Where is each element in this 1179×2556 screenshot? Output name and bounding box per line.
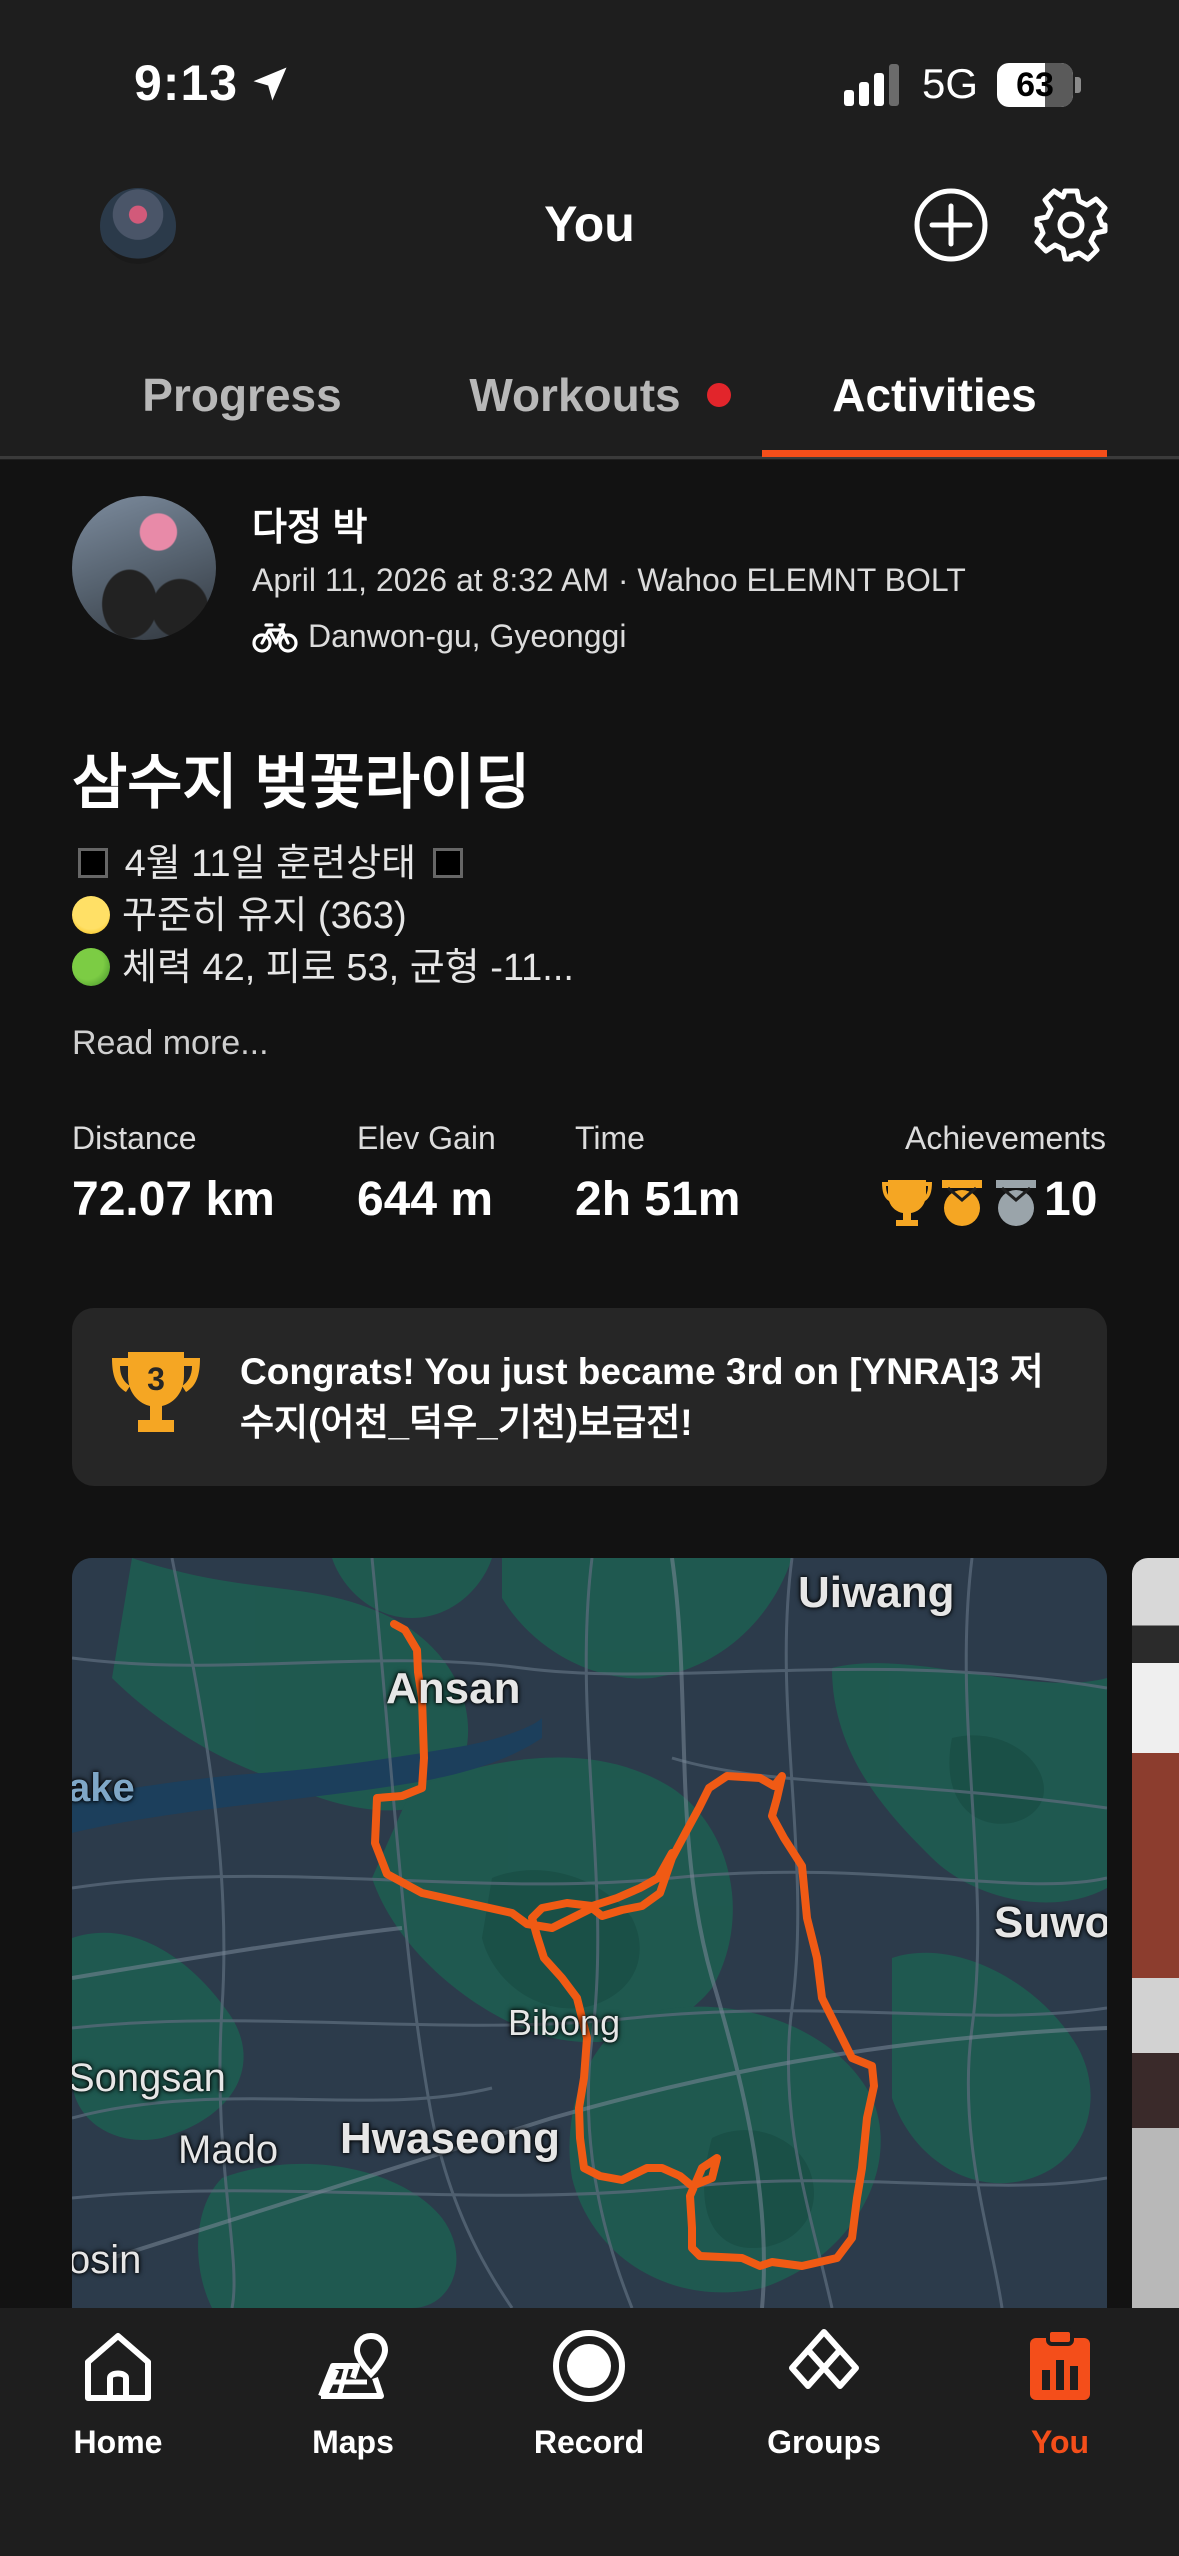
- map-label-lake: ake: [72, 1766, 135, 1810]
- gear-icon[interactable]: [1032, 186, 1110, 264]
- map-label-songsan: Songsan: [72, 2056, 226, 2100]
- nav-you[interactable]: You: [960, 2308, 1160, 2488]
- black-square-icon: [78, 847, 108, 878]
- activity-photo[interactable]: [1132, 1558, 1179, 2308]
- location-arrow-icon: [253, 67, 287, 101]
- tab-label: Progress: [142, 369, 342, 421]
- map-label-hwaseong: Hwaseong: [340, 2114, 561, 2163]
- status-time: 9:13: [134, 55, 239, 111]
- nav-record[interactable]: Record: [489, 2308, 689, 2488]
- nav-groups[interactable]: Groups: [724, 2308, 924, 2488]
- tree-emoji-icon: [72, 947, 110, 986]
- stat-distance-value: 72.07 km: [72, 1173, 275, 1226]
- tab-activities[interactable]: Activities: [762, 330, 1107, 460]
- activity-meta: April 11, 2026 at 8:32 AM · Wahoo ELEMNT…: [252, 562, 966, 598]
- status-bar: 9:13 5G 63: [0, 0, 1179, 160]
- bottom-nav: Home Maps Record Groups You: [0, 2308, 1179, 2556]
- description-line: 체력 42, 피로 53, 균형 -11...: [122, 947, 574, 989]
- trophy-rank: 3: [147, 1361, 165, 1397]
- map-label-mado: Mado: [178, 2128, 279, 2172]
- battery-percent: 63: [1016, 66, 1054, 104]
- description-line: 4월 11일 훈련상태: [124, 843, 417, 885]
- you-icon: [1030, 2328, 1090, 2400]
- profile-header: You Progress Workouts Activities: [0, 160, 1179, 460]
- maps-icon: [318, 2332, 389, 2399]
- stat-elev-label: Elev Gain: [357, 1120, 496, 1156]
- map-canvas: [72, 1558, 1107, 2308]
- athlete-avatar[interactable]: [72, 496, 216, 640]
- map-label-uiwang: Uiwang: [798, 1568, 955, 1617]
- active-tab-indicator: [762, 450, 1107, 457]
- bike-icon: [252, 623, 298, 653]
- map-label-osin: osin: [72, 2238, 142, 2282]
- map-label-suwon: Suwo: [994, 1898, 1107, 1947]
- stat-elev-value: 644 m: [357, 1173, 494, 1226]
- tab-label: Workouts: [469, 369, 681, 421]
- map-label-ansan: Ansan: [386, 1664, 521, 1713]
- black-square-icon: [432, 847, 463, 878]
- add-icon[interactable]: [912, 186, 990, 264]
- tab-bar: Progress Workouts Activities: [0, 330, 1179, 460]
- nav-record-label: Record: [533, 2424, 645, 2460]
- nav-groups-label: Groups: [767, 2424, 881, 2460]
- activity-location: Danwon-gu, Gyeonggi: [308, 618, 627, 654]
- smile-emoji-icon: [72, 895, 110, 934]
- page-title: You: [544, 196, 635, 252]
- nav-maps[interactable]: Maps: [253, 2308, 453, 2488]
- nav-you-label: You: [1030, 2424, 1090, 2460]
- nav-home-label: Home: [73, 2424, 163, 2460]
- map-label-bibong: Bibong: [508, 2002, 621, 2043]
- notification-dot: [706, 382, 731, 407]
- stat-achievements-label: Achievements: [905, 1120, 1106, 1156]
- activity-description: 4월 11일 훈련상태 꾸준히 유지 (363) 체력 42, 피로 53, 균…: [72, 838, 1112, 994]
- home-icon: [85, 2333, 151, 2401]
- achievement-trophies-icon[interactable]: [880, 1174, 1042, 1230]
- segment-rank-card[interactable]: 3 Congrats! You just became 3rd on [YNRA…: [72, 1308, 1107, 1486]
- athlete-name[interactable]: 다정 박: [252, 496, 367, 551]
- tab-label: Activities: [832, 369, 1037, 421]
- groups-icon: [789, 2329, 859, 2389]
- tab-progress[interactable]: Progress: [72, 330, 412, 460]
- stat-distance-label: Distance: [72, 1120, 197, 1156]
- battery-icon: 63: [997, 63, 1081, 107]
- read-more-link[interactable]: Read more...: [72, 1024, 269, 1063]
- nav-maps-label: Maps: [312, 2424, 394, 2460]
- activity-title[interactable]: 삼수지 벚꽃라이딩: [72, 734, 530, 821]
- description-line: 꾸준히 유지 (363): [122, 895, 407, 937]
- record-icon: [553, 2330, 625, 2402]
- achievement-count: 10: [1044, 1173, 1098, 1226]
- signal-icon: [844, 64, 899, 106]
- nav-home[interactable]: Home: [18, 2308, 218, 2488]
- congrats-text: Congrats! You just became 3rd on [YNRA]3…: [240, 1351, 1044, 1443]
- stat-time-label: Time: [575, 1120, 645, 1156]
- stat-time-value: 2h 51m: [575, 1173, 741, 1226]
- trophy-icon: 3: [112, 1352, 200, 1432]
- network-label: 5G: [922, 60, 979, 107]
- route-map[interactable]: Uiwang Ansan ake Suwo Bibong Songsan Hwa…: [72, 1558, 1107, 2308]
- tab-workouts[interactable]: Workouts: [440, 330, 760, 460]
